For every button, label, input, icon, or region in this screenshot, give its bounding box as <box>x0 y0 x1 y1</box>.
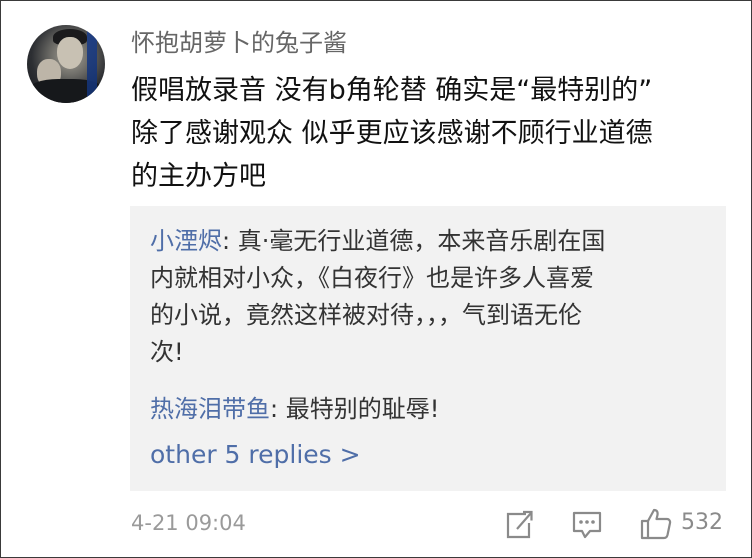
reply-item: 小湮烬: 真·毫无行业道德，本来音乐剧在国 内就相对小众，《白夜行》也是许多人喜… <box>150 223 710 371</box>
share-icon <box>506 510 533 539</box>
reply-line: 热海泪带鱼: 最特别的耻辱! <box>150 391 710 428</box>
avatar-stripe <box>87 25 97 103</box>
comment-line: 假唱放录音 没有b角轮替 确实是“最特别的” <box>131 75 653 106</box>
comment-line: 的主办方吧 <box>131 161 266 192</box>
comment-line: 除了感谢观众 似乎更应该感谢不顾行业道德 <box>131 118 653 149</box>
reply-text: 真·毫无行业道德，本来音乐剧在国 <box>237 227 606 255</box>
comment-username[interactable]: 怀抱胡萝卜的兔子酱 <box>131 23 347 58</box>
reply-line: 次! <box>150 338 184 366</box>
share-button[interactable] <box>504 507 534 541</box>
comment-card: 怀抱胡萝卜的兔子酱 假唱放录音 没有b角轮替 确实是“最特别的” 除了感谢观众 … <box>0 0 752 558</box>
reply-separator: : <box>270 395 286 423</box>
comment-button[interactable] <box>571 507 603 541</box>
reply-line: 的小说，竟然这样被对待，，，气到语无伦 <box>150 301 582 329</box>
replies-box: 小湮烬: 真·毫无行业道德，本来音乐剧在国 内就相对小众，《白夜行》也是许多人喜… <box>130 206 726 491</box>
like-button[interactable]: 532 <box>639 507 735 541</box>
user-avatar[interactable] <box>27 25 105 103</box>
reply-item: 热海泪带鱼: 最特别的耻辱! <box>150 391 710 428</box>
reply-text: 最特别的耻辱! <box>285 395 440 423</box>
thumbs-up-icon <box>640 508 672 540</box>
more-replies-link[interactable]: other 5 replies > <box>150 440 361 469</box>
reply-line: 内就相对小众，《白夜行》也是许多人喜爱 <box>150 264 594 292</box>
reply-author[interactable]: 小湮烬 <box>150 227 222 255</box>
reply-separator: : <box>222 227 238 255</box>
reply-line: 小湮烬: 真·毫无行业道德，本来音乐剧在国 <box>150 223 710 260</box>
reply-author[interactable]: 热海泪带鱼 <box>150 395 270 423</box>
comment-content: 假唱放录音 没有b角轮替 确实是“最特别的” 除了感谢观众 似乎更应该感谢不顾行… <box>131 69 731 198</box>
avatar-face <box>57 37 83 69</box>
comment-icon <box>572 511 602 539</box>
like-count: 532 <box>681 510 723 535</box>
comment-timestamp: 4-21 09:04 <box>131 511 246 535</box>
